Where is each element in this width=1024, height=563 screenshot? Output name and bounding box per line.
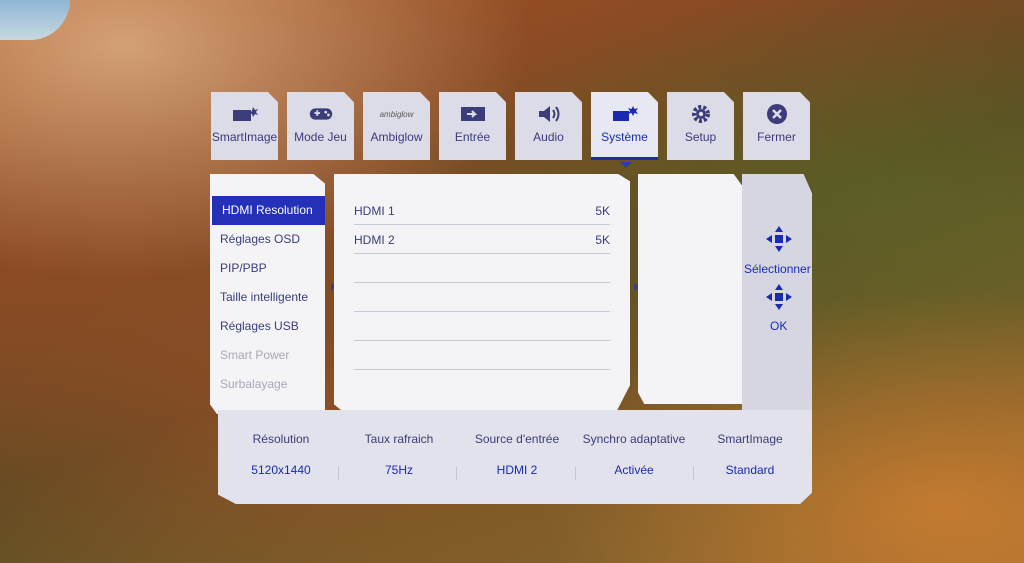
submenu-row-empty: [354, 283, 610, 312]
active-tab-caret-icon: [620, 162, 632, 168]
info-smartimage: SmartImage Standard: [691, 432, 809, 477]
background-sky: [0, 0, 70, 40]
info-label: Résolution: [252, 432, 310, 446]
tab-mode-jeu[interactable]: Mode Jeu: [287, 92, 354, 160]
menu-item-reglages-usb[interactable]: Réglages USB: [210, 312, 325, 341]
tab-setup[interactable]: Setup: [667, 92, 734, 160]
menu-item-surbalayage: Surbalayage: [220, 377, 288, 391]
tab-label: Ambiglow: [370, 130, 423, 144]
info-value: 75Hz: [384, 463, 413, 477]
info-resolution: Résolution 5120x1440: [222, 432, 340, 477]
gear-icon: [687, 104, 715, 124]
info-label: Synchro adaptative: [582, 432, 686, 446]
submenu-panel: HDMI 1 5K HDMI 2 5K: [334, 174, 630, 414]
submenu-row-hdmi1[interactable]: HDMI 1 5K: [354, 196, 610, 225]
menu-item-pip-pbp[interactable]: PIP/PBP: [210, 254, 325, 283]
tab-label: Setup: [684, 130, 717, 144]
submenu-row-hdmi2[interactable]: HDMI 2 5K: [354, 225, 610, 254]
gamepad-icon: [307, 104, 335, 124]
tab-smartimage[interactable]: SmartImage: [211, 92, 278, 160]
submenu-row-empty: [354, 254, 610, 283]
status-info-bar: Résolution 5120x1440 Taux rafraich 75Hz …: [218, 410, 812, 504]
submenu-row-label: HDMI 2: [354, 233, 395, 247]
speaker-icon: [535, 104, 563, 124]
tab-label: Entrée: [454, 130, 491, 144]
tab-entree[interactable]: Entrée: [439, 92, 506, 160]
submenu-row-empty: [354, 341, 610, 370]
tab-ambiglow[interactable]: ambiglow Ambiglow: [363, 92, 430, 160]
dpad-ok-icon: [766, 284, 792, 310]
info-value: 5120x1440: [251, 463, 311, 477]
dpad-select-icon: [766, 226, 792, 252]
menu-item-taille-intelligente[interactable]: Taille intelligente: [210, 283, 325, 312]
close-icon: [763, 104, 791, 124]
tab-audio[interactable]: Audio: [515, 92, 582, 160]
divider: [338, 466, 339, 480]
divider: [456, 466, 457, 480]
info-adaptive-sync: Synchro adaptative Activée: [575, 432, 693, 477]
info-label: SmartImage: [717, 432, 783, 446]
info-value: Standard: [725, 463, 775, 477]
tab-label: Fermer: [757, 130, 796, 144]
info-refresh-rate: Taux rafraich 75Hz: [340, 432, 458, 477]
submenu-row-value: 5K: [595, 233, 610, 247]
submenu-row-value: 5K: [595, 204, 610, 218]
tab-label: SmartImage: [211, 130, 278, 144]
tab-label: Mode Jeu: [294, 130, 347, 144]
info-label: Taux rafraich: [364, 432, 434, 446]
ok-hint-label: OK: [770, 319, 788, 333]
system-menu-panel: HDMI Resolution Réglages OSD PIP/PBP Tai…: [210, 174, 325, 414]
menu-item-reglages-osd[interactable]: Réglages OSD: [210, 225, 325, 254]
menu-item-smart-power: Smart Power: [220, 348, 290, 362]
ambiglow-logo: ambiglow: [379, 109, 414, 119]
menu-item-hdmi-resolution[interactable]: HDMI Resolution: [212, 196, 325, 225]
smartimage-icon: [231, 104, 259, 124]
tab-systeme[interactable]: Système: [591, 92, 658, 160]
info-value: HDMI 2: [496, 463, 538, 477]
info-input-source: Source d'entrée HDMI 2: [458, 432, 576, 477]
submenu-row-label: HDMI 1: [354, 204, 395, 218]
tab-fermer[interactable]: Fermer: [743, 92, 810, 160]
info-value: Activée: [614, 463, 654, 477]
info-label: Source d'entrée: [474, 432, 560, 446]
tab-label: Système: [601, 130, 648, 144]
system-icon: [611, 104, 639, 124]
detail-panel: [638, 174, 742, 404]
submenu-row-empty: [354, 312, 610, 341]
tab-label: Audio: [533, 130, 564, 144]
select-hint-label: Sélectionner: [744, 262, 811, 276]
input-icon: [459, 104, 487, 124]
